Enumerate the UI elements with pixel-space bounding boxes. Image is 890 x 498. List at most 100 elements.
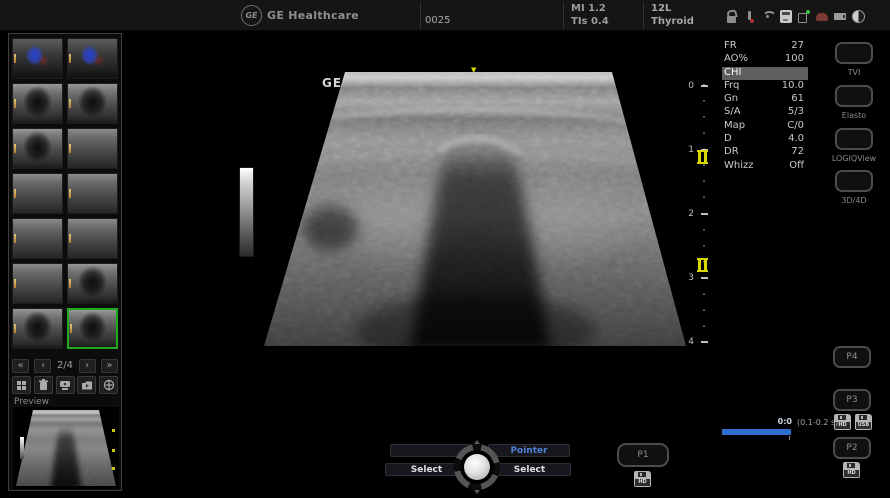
thumbnail[interactable] [12,38,63,79]
status-icon-tray [726,8,865,24]
depth-tick-label: 3 [682,274,694,282]
caret-up-icon [474,440,480,444]
probe-status-icon [744,10,756,23]
thumbnail[interactable] [67,308,118,349]
export-folder-icon[interactable] [77,376,96,394]
pointer-soft-key[interactable]: Pointer [488,444,570,457]
parameter-label: DR [724,146,739,159]
ge-image-watermark: GE [322,76,342,90]
ultrasound-image[interactable] [250,68,700,350]
thumbnail[interactable] [67,83,118,124]
logiqview-button[interactable] [835,128,873,150]
select-right-soft-key[interactable]: Select [488,463,571,476]
contrast-icon [852,10,865,23]
parameter-value: 100 [785,53,804,66]
p1-media-target: HD [634,471,651,491]
thumbnail[interactable] [67,218,118,259]
preview-label: Preview [14,397,49,407]
cine-progress-tick [789,436,790,440]
orientation-marker-icon: ▼ [471,66,476,74]
clipboard-panel: « ‹ 2/4 › » Preview [8,33,122,491]
parameter-row: DR 72 [722,146,808,159]
parameter-value: 5/3 [788,106,804,119]
thumbnail[interactable] [67,263,118,304]
thumbnail[interactable] [12,173,63,214]
trackball-ball[interactable] [464,454,490,480]
prev-page-button[interactable]: ‹ [34,359,51,373]
floppy-hd-icon: HD [843,462,860,478]
thumbnail[interactable] [67,128,118,169]
parameter-label: D [724,133,732,146]
tis-value: TIs 0.4 [571,16,609,27]
parameter-label: Map [724,120,745,133]
layout-grid-icon[interactable] [12,376,31,394]
p2-button[interactable]: P2 [833,437,871,459]
media-icon [834,10,846,23]
save-disk-icon[interactable] [56,376,75,394]
parameter-row: CHI [722,67,808,80]
logiqview-label: LOGIQView [822,154,886,163]
focus-zone-marker[interactable] [697,258,708,272]
parameter-value: 27 [791,40,804,53]
p3-media-targets: HD USB [834,414,872,430]
trackball[interactable] [454,444,500,490]
p3-button[interactable]: P3 [833,389,871,411]
p1-button[interactable]: P1 [617,443,669,467]
parameter-list: FR27AO%100CHIFrq10.0Gn61S/A5/3MapC/0D4.0… [722,40,808,173]
ruler-major-tick [701,277,708,279]
3d4d-button[interactable] [835,170,873,192]
first-page-button[interactable]: « [12,359,29,373]
thumbnail[interactable] [67,173,118,214]
parameter-row: AO% 100 [722,53,808,66]
parameter-label: CHI [724,67,741,80]
3d4d-label: 3D/4D [822,196,886,205]
ruler-major-tick [701,213,708,215]
parameter-value: Off [789,160,804,173]
last-page-button[interactable]: » [101,359,118,373]
focus-zone-marker[interactable] [697,150,708,164]
parameter-value: 61 [791,93,804,106]
ge-logo-icon: GE [241,5,262,26]
depth-ruler: 0 1 2 3 4 [682,78,708,348]
delete-icon[interactable] [34,376,53,394]
parameter-row: Gn 61 [722,93,808,106]
parameter-label: Frq [724,80,739,93]
preview-image [13,407,119,489]
tvi-label: TVI [822,68,886,77]
parameter-label: AO% [724,53,748,66]
thumbnail[interactable] [12,263,63,304]
parameter-row: Whizz Off [722,160,808,173]
p4-button[interactable]: P4 [833,346,871,368]
thumbnail[interactable] [12,83,63,124]
thumbnail[interactable] [12,308,63,349]
printer-icon [780,10,792,23]
ruler-major-tick [701,341,708,343]
elasto-button[interactable] [835,85,873,107]
dvr-icon [816,10,828,23]
preset-name[interactable]: Thyroid [651,16,694,27]
parameter-row: FR 27 [722,40,808,53]
caret-down-icon [474,490,480,494]
mi-value: MI 1.2 [571,3,606,14]
ruler-major-tick [701,85,708,87]
probe-name[interactable]: 12L [651,3,671,14]
floppy-hd-icon: HD [634,471,651,487]
parameter-label: Gn [724,93,738,106]
cine-counter: 0:0 [752,417,792,426]
parameter-label: Whizz [724,160,754,173]
page-indicator: 2/4 [57,360,73,371]
parameter-label: FR [724,40,737,53]
sync-icon[interactable] [99,376,118,394]
thumbnail[interactable] [67,38,118,79]
parameter-value: 72 [791,146,804,159]
parameter-value: C/0 [787,120,804,133]
wifi-icon [762,10,774,23]
floppy-usb-icon: USB [855,414,872,430]
elasto-label: Elasto [822,111,886,120]
tvi-button[interactable] [835,42,873,64]
thumbnail[interactable] [12,218,63,259]
depth-tick-label: 1 [682,146,694,154]
cine-progress-bar[interactable] [722,429,791,435]
thumbnail[interactable] [12,128,63,169]
next-page-button[interactable]: › [79,359,96,373]
